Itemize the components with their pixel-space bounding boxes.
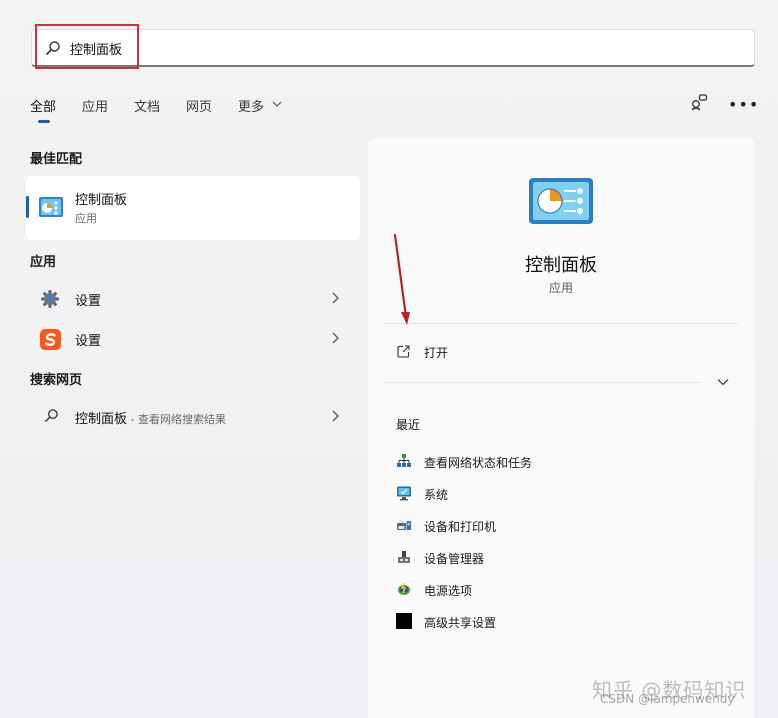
app-result-label: 设置 <box>75 294 102 309</box>
tab-documents[interactable]: 文档 <box>134 96 160 115</box>
best-match-title: 控制面板 <box>75 193 128 208</box>
tab-all[interactable]: 全部 <box>30 96 56 115</box>
control-panel-icon <box>39 197 63 217</box>
settings-gear-icon <box>41 290 59 308</box>
web-search-heading: 搜索网页 <box>30 373 83 388</box>
web-result-suffix: - 查看网络搜索结果 <box>127 413 226 426</box>
power-options-icon <box>398 582 410 595</box>
web-result-text: 控制面板 - 查看网络搜索结果 <box>75 408 226 427</box>
divider <box>384 323 738 324</box>
network-icon <box>397 454 411 467</box>
apps-heading: 应用 <box>30 255 57 270</box>
chevron-down-icon[interactable] <box>717 378 729 386</box>
share-account-icon[interactable] <box>690 93 708 111</box>
app-result-label: 设置 <box>75 334 102 349</box>
search-icon <box>45 409 58 422</box>
best-match-card[interactable] <box>26 176 360 240</box>
recent-item-label[interactable]: 系统 <box>424 486 448 503</box>
recent-heading: 最近 <box>396 418 421 432</box>
watermark-csdn: CSDN @lampenwendy <box>600 692 735 706</box>
device-manager-icon <box>398 551 410 563</box>
monitor-icon <box>397 486 411 501</box>
tab-apps[interactable]: 应用 <box>82 96 108 115</box>
control-panel-icon <box>529 178 593 224</box>
best-match-heading: 最佳匹配 <box>30 152 83 167</box>
recent-item-label[interactable]: 电源选项 <box>424 582 472 599</box>
chevron-right-icon[interactable] <box>331 332 339 344</box>
chevron-right-icon[interactable] <box>331 292 339 304</box>
recent-item-label[interactable]: 查看网络状态和任务 <box>424 454 532 471</box>
open-label: 打开 <box>424 346 449 360</box>
chevron-down-icon[interactable] <box>272 100 282 108</box>
more-options-icon[interactable]: ••• <box>728 95 759 114</box>
search-box[interactable] <box>31 29 755 67</box>
recent-item-label[interactable]: 高级共享设置 <box>424 614 496 631</box>
red-arrow-annotation <box>393 233 410 325</box>
active-tab-indicator <box>38 120 50 123</box>
sogou-s-icon <box>40 329 61 350</box>
sharing-settings-icon <box>396 613 412 629</box>
printer-icon <box>397 520 411 530</box>
chevron-right-icon[interactable] <box>331 410 339 422</box>
detail-title: 控制面板 <box>525 255 597 276</box>
web-result-title: 控制面板 <box>75 412 128 427</box>
detail-subtitle: 应用 <box>548 281 573 295</box>
recent-item-label[interactable]: 设备管理器 <box>424 550 484 567</box>
recent-item-label[interactable]: 设备和打印机 <box>424 518 496 535</box>
best-match-subtitle: 应用 <box>75 212 97 225</box>
divider <box>384 382 700 383</box>
selection-indicator <box>26 196 29 218</box>
search-highlight-box <box>35 24 139 69</box>
tab-more[interactable]: 更多 <box>238 96 264 115</box>
open-external-icon <box>397 345 410 358</box>
tab-web[interactable]: 网页 <box>186 96 212 115</box>
